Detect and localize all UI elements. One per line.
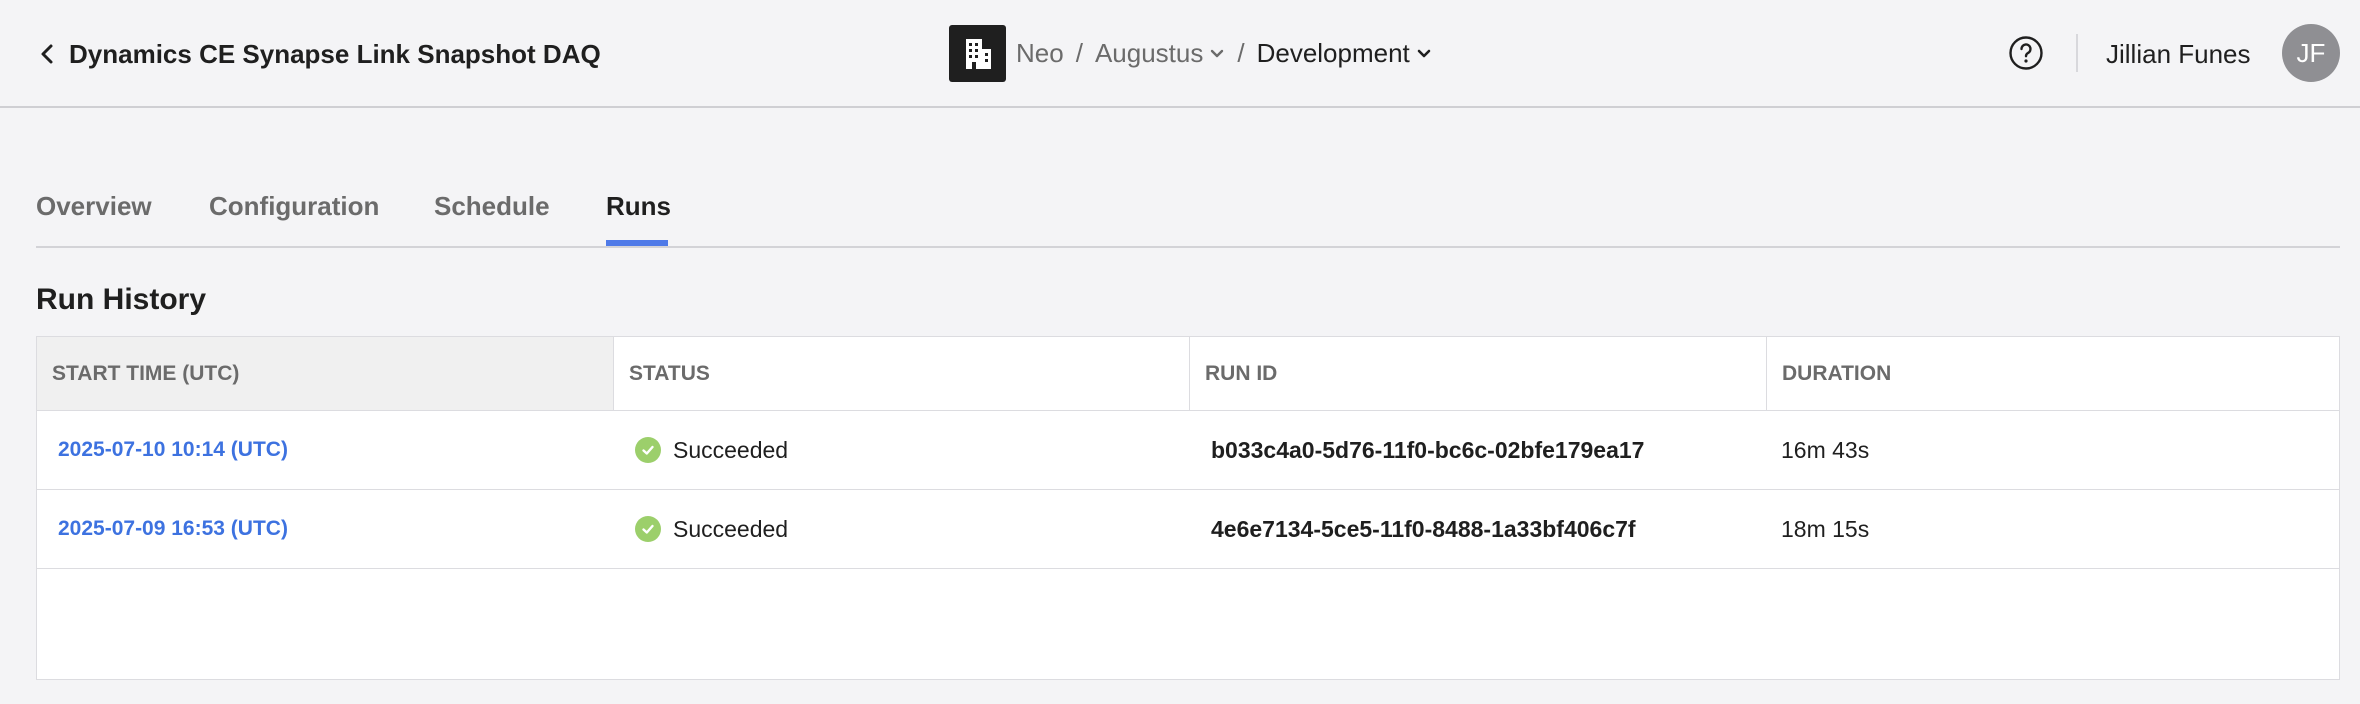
chevron-left-icon[interactable] — [34, 34, 62, 74]
user-name[interactable]: Jillian Funes — [2106, 34, 2251, 74]
building-icon — [949, 25, 1006, 82]
column-header-start-time[interactable]: START TIME (UTC) — [37, 337, 614, 410]
column-header-duration[interactable]: DURATION — [1767, 337, 2339, 410]
column-header-run-id[interactable]: RUN ID — [1190, 337, 1767, 410]
run-history-table: START TIME (UTC) STATUS RUN ID DURATION … — [36, 336, 2340, 680]
help-icon[interactable] — [2008, 35, 2044, 71]
run-start-time-link[interactable]: 2025-07-10 10:14 (UTC) — [58, 411, 288, 489]
tab-overview[interactable]: Overview — [36, 188, 152, 224]
run-duration: 18m 15s — [1781, 516, 1870, 542]
breadcrumb: Neo / Augustus / Development — [949, 25, 1432, 82]
avatar[interactable]: JF — [2282, 24, 2340, 82]
table-row: 2025-07-09 16:53 (UTC) Succeeded 4e6e713… — [37, 490, 2339, 569]
tab-schedule[interactable]: Schedule — [434, 188, 550, 224]
top-bar: Dynamics CE Synapse Link Snapshot DAQ Ne… — [0, 0, 2360, 108]
run-status: Succeeded — [635, 490, 788, 568]
breadcrumb-environment-label: Development — [1256, 38, 1410, 68]
breadcrumb-environment[interactable]: Development — [1257, 38, 1432, 69]
breadcrumb-separator: / — [1237, 38, 1245, 68]
breadcrumb-org[interactable]: Neo — [1016, 38, 1064, 69]
breadcrumb-project-label: Augustus — [1094, 38, 1204, 68]
section-title: Run History — [36, 283, 207, 316]
table-header: START TIME (UTC) STATUS RUN ID DURATION — [37, 337, 2339, 411]
breadcrumb-project[interactable]: Augustus — [1095, 38, 1225, 69]
run-id: b033c4a0-5d76-11f0-bc6c-02bfe179ea17 — [1211, 437, 1645, 463]
tab-runs[interactable]: Runs — [606, 188, 671, 224]
check-circle-icon — [635, 516, 661, 542]
run-id: 4e6e7134-5ce5-11f0-8488-1a33bf406c7f — [1211, 516, 1636, 542]
header-divider — [2076, 34, 2078, 72]
breadcrumb-separator: / — [1075, 38, 1083, 68]
run-status: Succeeded — [635, 411, 788, 489]
column-header-status[interactable]: STATUS — [614, 337, 1190, 410]
active-tab-indicator — [606, 240, 668, 246]
table-row: 2025-07-10 10:14 (UTC) Succeeded b033c4a… — [37, 411, 2339, 490]
run-status-label: Succeeded — [673, 437, 789, 463]
chevron-down-icon — [1211, 49, 1224, 57]
tab-bar: Overview Configuration Schedule Runs — [36, 186, 2340, 248]
run-status-label: Succeeded — [673, 516, 789, 542]
page-title: Dynamics CE Synapse Link Snapshot DAQ — [69, 39, 601, 69]
chevron-down-icon — [1417, 49, 1431, 57]
run-duration: 16m 43s — [1781, 437, 1870, 463]
run-start-time-link[interactable]: 2025-07-09 16:53 (UTC) — [58, 490, 288, 568]
tab-configuration[interactable]: Configuration — [209, 188, 379, 224]
check-circle-icon — [635, 437, 661, 463]
